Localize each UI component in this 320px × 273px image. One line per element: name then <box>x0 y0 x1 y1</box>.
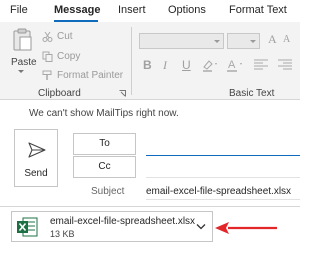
annotation-arrow <box>215 222 277 234</box>
tab-insert[interactable]: Insert <box>118 4 146 16</box>
paste-icon[interactable] <box>12 28 32 52</box>
bold-button[interactable]: B <box>143 58 152 72</box>
paste-button[interactable]: Paste <box>11 57 37 68</box>
chevron-down-icon <box>214 40 220 43</box>
font-name-combobox[interactable] <box>139 33 224 49</box>
excel-file-icon <box>17 217 38 237</box>
to-field[interactable] <box>146 155 300 156</box>
subject-label: Subject <box>91 186 125 197</box>
attachment-size: 13 KB <box>50 229 75 239</box>
clipboard-group-label: Clipboard <box>38 88 81 99</box>
scissors-icon <box>42 31 53 42</box>
clipboard-dialog-launcher-icon[interactable] <box>119 90 126 97</box>
ribbon-tab-bar: File Message Insert Options Format Text <box>0 0 300 22</box>
compose-divider <box>0 206 300 207</box>
highlight-icon[interactable] <box>201 58 219 72</box>
cc-field[interactable] <box>146 177 300 178</box>
shrink-font-icon[interactable]: A <box>283 34 290 45</box>
align-left-icon[interactable] <box>252 58 270 72</box>
copy-icon <box>42 51 53 62</box>
send-icon <box>28 142 46 158</box>
underline-button[interactable]: U <box>182 58 191 72</box>
format-painter-button[interactable]: Format Painter <box>42 68 123 82</box>
copy-button[interactable]: Copy <box>42 49 80 63</box>
svg-text:A: A <box>228 59 236 71</box>
tab-options[interactable]: Options <box>168 4 206 16</box>
chevron-down-icon[interactable] <box>196 223 206 230</box>
send-button[interactable]: Send <box>14 129 58 187</box>
tab-file[interactable]: File <box>10 4 28 16</box>
mailtips-message: We can't show MailTips right now. <box>29 108 179 119</box>
tab-format-text[interactable]: Format Text <box>229 4 287 16</box>
paintbrush-icon <box>42 70 52 80</box>
cc-button[interactable]: Cc <box>73 156 136 178</box>
attachment-card[interactable]: email-excel-file-spreadsheet.xlsx 13 KB <box>11 211 213 242</box>
format-painter-label: Format Painter <box>57 69 124 81</box>
paste-dropdown-icon[interactable] <box>18 70 24 73</box>
ribbon-group-divider <box>131 27 132 95</box>
cut-label: Cut <box>57 30 73 42</box>
font-size-combobox[interactable] <box>227 33 260 49</box>
to-button[interactable]: To <box>73 133 136 155</box>
grow-font-icon[interactable]: A <box>268 32 277 47</box>
align-right-icon[interactable] <box>276 58 294 72</box>
cut-button[interactable]: Cut <box>42 29 73 43</box>
attachment-filename: email-excel-file-spreadsheet.xlsx <box>50 216 196 227</box>
basic-text-group-label: Basic Text <box>229 88 275 99</box>
chevron-down-icon <box>250 40 256 43</box>
font-color-icon[interactable]: A <box>226 58 244 72</box>
tab-message[interactable]: Message <box>54 4 100 16</box>
subject-field[interactable]: email-excel-file-spreadsheet.xlsx <box>146 186 291 197</box>
copy-label: Copy <box>57 50 81 62</box>
italic-button[interactable]: I <box>163 58 167 73</box>
subject-underline <box>146 199 300 200</box>
send-label: Send <box>24 168 48 179</box>
